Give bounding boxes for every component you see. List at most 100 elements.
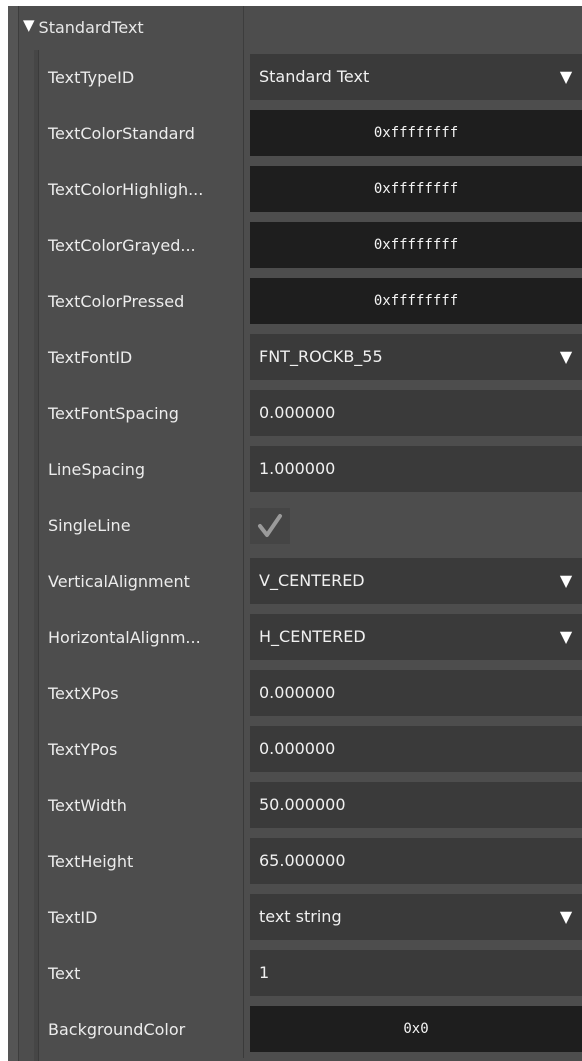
property-value-cell: V_CENTERED ▼ [244, 554, 582, 610]
property-row-text-xpos: TextXPos 0.000000 [38, 666, 582, 722]
value-input[interactable]: 1.000000 [250, 446, 582, 492]
property-row-line-spacing: LineSpacing 1.000000 [38, 442, 582, 498]
property-value-cell: 0x0 [244, 1002, 582, 1058]
property-value-cell: 0xffffffff [244, 274, 582, 330]
property-value-cell: Standard Text ▼ [244, 50, 582, 106]
dropdown-select[interactable]: text string ▼ [250, 894, 582, 940]
property-label: TextFontSpacing [38, 386, 244, 442]
property-row-text-color-pressed: TextColorPressed 0xffffffff [38, 274, 582, 330]
section-title: StandardText [38, 18, 144, 37]
property-label: VerticalAlignment [38, 554, 244, 610]
section-header[interactable]: ▼ StandardText [18, 6, 582, 50]
section-header-label-cell[interactable]: ▼ StandardText [18, 6, 244, 50]
property-label: TextXPos [38, 666, 244, 722]
field-value: 0.000000 [259, 683, 336, 702]
property-label: TextTypeID [38, 50, 244, 106]
value-input[interactable]: 0.000000 [250, 390, 582, 436]
property-label: TextColorGrayed... [38, 218, 244, 274]
property-row-text-font-id: TextFontID FNT_ROCKB_55 ▼ [38, 330, 582, 386]
property-label: BackgroundColor [38, 1002, 244, 1058]
property-value-cell: H_CENTERED ▼ [244, 610, 582, 666]
value-input[interactable]: 0.000000 [250, 670, 582, 716]
field-value: 1.000000 [259, 459, 336, 478]
property-row-text-width: TextWidth 50.000000 [38, 778, 582, 834]
field-value: FNT_ROCKB_55 [259, 347, 383, 366]
property-value-cell: 0.000000 [244, 666, 582, 722]
field-value: text string [259, 907, 342, 926]
field-value: 0xffffffff [373, 237, 459, 253]
property-value-cell: 65.000000 [244, 834, 582, 890]
checkmark-icon [258, 514, 282, 537]
dropdown-select[interactable]: H_CENTERED ▼ [250, 614, 582, 660]
value-input[interactable]: 0.000000 [250, 726, 582, 772]
field-value: 0xffffffff [373, 125, 459, 141]
property-row-text-ypos: TextYPos 0.000000 [38, 722, 582, 778]
field-value: 50.000000 [259, 795, 346, 814]
property-label: TextID [38, 890, 244, 946]
property-value-cell [244, 498, 582, 554]
panel-gutter [8, 6, 19, 1061]
property-label: TextYPos [38, 722, 244, 778]
field-value: 65.000000 [259, 851, 346, 870]
field-value: 0xffffffff [373, 293, 459, 309]
property-rows: TextTypeID Standard Text ▼ TextColorStandar… [38, 50, 582, 1058]
dropdown-select[interactable]: V_CENTERED ▼ [250, 558, 582, 604]
property-value-cell: 0xffffffff [244, 218, 582, 274]
color-value-field[interactable]: 0xffffffff [250, 110, 582, 156]
property-row-single-line: SingleLine [38, 498, 582, 554]
color-value-field[interactable]: 0xffffffff [250, 166, 582, 212]
dropdown-arrow-icon[interactable]: ▼ [550, 558, 582, 604]
field-value: H_CENTERED [259, 627, 366, 646]
property-value-cell: FNT_ROCKB_55 ▼ [244, 330, 582, 386]
field-value: Standard Text [259, 67, 370, 86]
triangle-down-icon[interactable]: ▼ [23, 18, 35, 33]
property-row-text-type-id: TextTypeID Standard Text ▼ [38, 50, 582, 106]
property-value-cell: 0.000000 [244, 386, 582, 442]
color-value-field[interactable]: 0x0 [250, 1006, 582, 1052]
field-value: 0x0 [403, 1021, 429, 1037]
property-label: TextColorPressed [38, 274, 244, 330]
field-value: 1 [259, 963, 270, 982]
value-input[interactable]: 1 [250, 950, 582, 996]
property-panel: ▼ StandardText TextTypeID Standard Text ▼ T… [8, 6, 582, 1061]
property-label: HorizontalAlignm... [38, 610, 244, 666]
property-row-text-id: TextID text string ▼ [38, 890, 582, 946]
value-input[interactable]: 65.000000 [250, 838, 582, 884]
dropdown-arrow-icon[interactable]: ▼ [550, 614, 582, 660]
property-row-text-color-standard: TextColorStandard 0xffffffff [38, 106, 582, 162]
property-row-text: Text 1 [38, 946, 582, 1002]
property-label: LineSpacing [38, 442, 244, 498]
property-value-cell: 1.000000 [244, 442, 582, 498]
property-label: Text [38, 946, 244, 1002]
field-value: V_CENTERED [259, 571, 365, 590]
property-value-cell: 0.000000 [244, 722, 582, 778]
property-label: SingleLine [38, 498, 244, 554]
property-row-background-color: BackgroundColor 0x0 [38, 1002, 582, 1058]
property-label: TextFontID [38, 330, 244, 386]
property-value-cell: text string ▼ [244, 890, 582, 946]
color-value-field[interactable]: 0xffffffff [250, 222, 582, 268]
dropdown-arrow-icon[interactable]: ▼ [550, 894, 582, 940]
value-input[interactable]: 50.000000 [250, 782, 582, 828]
property-value-cell: 0xffffffff [244, 106, 582, 162]
section-header-value-cell [244, 6, 582, 50]
property-row-text-height: TextHeight 65.000000 [38, 834, 582, 890]
dropdown-arrow-icon[interactable]: ▼ [550, 334, 582, 380]
property-value-cell: 0xffffffff [244, 162, 582, 218]
property-row-vertical-alignment: VerticalAlignment V_CENTERED ▼ [38, 554, 582, 610]
field-value: 0xffffffff [373, 181, 459, 197]
field-value: 0.000000 [259, 403, 336, 422]
dropdown-select[interactable]: Standard Text ▼ [250, 54, 582, 100]
property-value-cell: 50.000000 [244, 778, 582, 834]
property-row-text-color-highligh: TextColorHighligh... 0xffffffff [38, 162, 582, 218]
property-row-text-font-spacing: TextFontSpacing 0.000000 [38, 386, 582, 442]
property-value-cell: 1 [244, 946, 582, 1002]
dropdown-arrow-icon[interactable]: ▼ [550, 54, 582, 100]
field-value: 0.000000 [259, 739, 336, 758]
dropdown-select[interactable]: FNT_ROCKB_55 ▼ [250, 334, 582, 380]
color-value-field[interactable]: 0xffffffff [250, 278, 582, 324]
property-row-horizontal-alignm: HorizontalAlignm... H_CENTERED ▼ [38, 610, 582, 666]
property-row-text-color-grayed: TextColorGrayed... 0xffffffff [38, 218, 582, 274]
property-label: TextColorHighligh... [38, 162, 244, 218]
single-line-checkbox[interactable] [250, 508, 290, 544]
